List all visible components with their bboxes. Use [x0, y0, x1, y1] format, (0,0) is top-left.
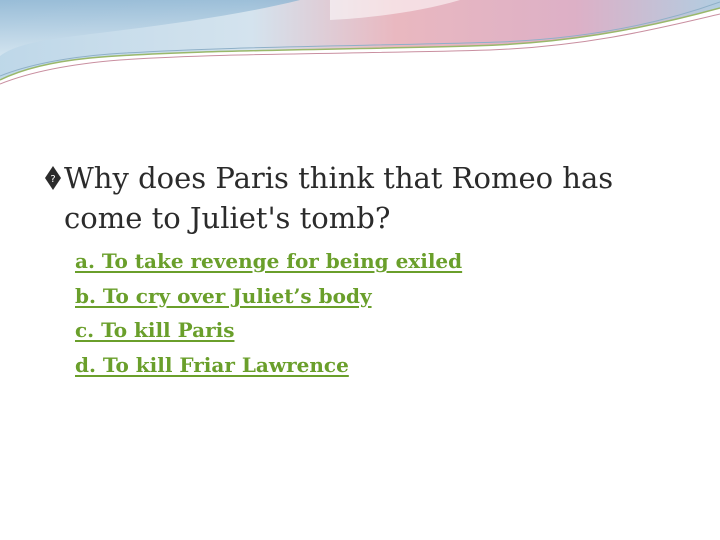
decorative-header-banner: [0, 0, 720, 85]
question-line-1: ? Why does Paris think that Romeo has: [44, 158, 684, 198]
missing-glyph-bullet-icon: ?: [44, 164, 62, 192]
question-line-1-text: Why does Paris think that Romeo has: [64, 161, 614, 195]
answer-link-c[interactable]: c. To kill Paris: [75, 313, 695, 348]
question-line-2: come to Juliet's tomb?: [64, 201, 391, 235]
svg-text:?: ?: [50, 174, 55, 185]
answer-list: a. To take revenge for being exiled b. T…: [75, 244, 695, 382]
question-text-block: ? Why does Paris think that Romeo has co…: [44, 158, 684, 238]
answer-link-d[interactable]: d. To kill Friar Lawrence: [75, 348, 695, 383]
answer-link-b[interactable]: b. To cry over Juliet’s body: [75, 279, 695, 314]
answer-link-a[interactable]: a. To take revenge for being exiled: [75, 244, 695, 279]
